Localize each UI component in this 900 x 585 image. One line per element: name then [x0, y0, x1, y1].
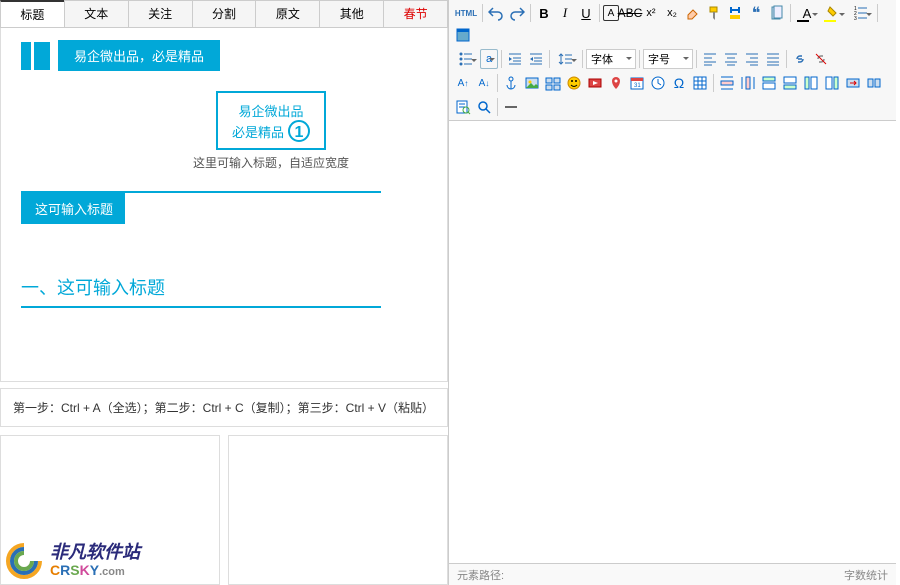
template-title: 一、这可输入标题 [21, 274, 381, 308]
template-line: 易企微出品 [232, 101, 310, 120]
merge-cells-icon[interactable] [843, 73, 863, 93]
special-char-icon[interactable]: Ω [669, 73, 689, 93]
decor-bar [21, 42, 31, 70]
image-icon[interactable] [522, 73, 542, 93]
tab-text[interactable]: 文本 [64, 0, 128, 27]
date-icon[interactable]: 31 [627, 73, 647, 93]
preview-thumb[interactable] [228, 435, 448, 585]
tab-other[interactable]: 其他 [319, 0, 383, 27]
template-label: 这可输入标题 [23, 193, 125, 224]
unordered-list-icon[interactable] [453, 49, 479, 69]
highlight-color-icon[interactable] [821, 3, 847, 23]
align-right-icon[interactable] [742, 49, 762, 69]
tab-divider[interactable]: 分割 [192, 0, 256, 27]
multi-image-icon[interactable] [543, 73, 563, 93]
svg-text:3: 3 [854, 16, 857, 21]
subscript-icon[interactable]: x₂ [662, 3, 682, 23]
font-family-select[interactable]: 字体 [586, 49, 636, 69]
video-icon[interactable] [585, 73, 605, 93]
logo-icon [4, 541, 44, 581]
autoformat-icon[interactable]: a [480, 49, 498, 69]
status-bar: 元素路径: 字数统计 [449, 563, 896, 585]
strikethrough-icon[interactable]: ABC [620, 3, 640, 23]
align-left-icon[interactable] [700, 49, 720, 69]
tab-title[interactable]: 标题 [0, 0, 64, 27]
template-line: 必是精品 [232, 122, 284, 141]
insert-row-before-icon[interactable] [759, 73, 779, 93]
tab-spring-festival[interactable]: 春节 [383, 0, 448, 27]
logo-title: 非凡软件站 [50, 543, 140, 563]
indent-icon[interactable] [505, 49, 525, 69]
insert-row-after-icon[interactable] [780, 73, 800, 93]
format-match-icon[interactable] [725, 3, 745, 23]
font-border-icon[interactable]: A [603, 5, 619, 21]
outdent-icon[interactable] [526, 49, 546, 69]
insert-col-before-icon[interactable] [801, 73, 821, 93]
tab-follow[interactable]: 关注 [128, 0, 192, 27]
undo-icon[interactable] [486, 3, 506, 23]
horizontal-rule-icon[interactable] [501, 97, 521, 117]
decor-bar [34, 42, 50, 70]
line-height-icon[interactable] [553, 49, 579, 69]
unlink-icon[interactable] [811, 49, 831, 69]
eraser-icon[interactable] [683, 3, 703, 23]
anchor-icon[interactable] [501, 73, 521, 93]
pagination-icon[interactable] [767, 3, 787, 23]
table-icon[interactable] [690, 73, 710, 93]
templates-list: 易企微出品，必是精品 易企微出品 必是精品1 这里可输入标题，自适应宽度 这可输… [1, 28, 447, 358]
blockquote-icon[interactable]: ❝ [746, 3, 766, 23]
delete-col-icon[interactable] [738, 73, 758, 93]
number-badge: 1 [288, 120, 310, 142]
bold-icon[interactable]: B [534, 3, 554, 23]
fontsize-decrease-icon[interactable]: A↓ [474, 73, 494, 93]
link-icon[interactable] [790, 49, 810, 69]
word-count[interactable]: 字数统计 [844, 567, 888, 583]
template-item[interactable]: 易企微出品，必是精品 [21, 40, 431, 71]
font-size-select[interactable]: 字号 [643, 49, 693, 69]
italic-icon[interactable]: I [555, 3, 575, 23]
template-tabs: 标题 文本 关注 分割 原文 其他 春节 [0, 0, 448, 28]
site-logo: 非凡软件站 CRSKY.com [4, 541, 140, 581]
svg-text:31: 31 [634, 83, 641, 89]
template-subtitle: 这里可输入标题，自适应宽度 [111, 154, 431, 171]
map-icon[interactable] [606, 73, 626, 93]
instructions-text: 第一步：Ctrl + A（全选）；第二步：Ctrl + C（复制）；第三步：Ct… [0, 388, 448, 427]
align-justify-icon[interactable] [763, 49, 783, 69]
split-cells-icon[interactable] [864, 73, 884, 93]
preview-icon[interactable] [453, 97, 473, 117]
align-center-icon[interactable] [721, 49, 741, 69]
template-item[interactable]: 一、这可输入标题 [21, 244, 431, 308]
redo-icon[interactable] [507, 3, 527, 23]
format-brush-icon[interactable] [704, 3, 724, 23]
logo-subtitle: CRSKY.com [50, 563, 140, 578]
delete-row-icon[interactable] [717, 73, 737, 93]
editor-toolbar: HTML B I U A ABC x² x₂ ❝ A 123 [449, 0, 896, 121]
html-source-button[interactable]: HTML [453, 3, 479, 23]
emoticon-icon[interactable] [564, 73, 584, 93]
ordered-list-icon[interactable]: 123 [848, 3, 874, 23]
fontsize-increase-icon[interactable]: A↑ [453, 73, 473, 93]
template-item[interactable]: 易企微出品 必是精品1 这里可输入标题，自适应宽度 [21, 91, 431, 171]
fullscreen-icon[interactable] [453, 25, 473, 45]
template-label: 易企微出品，必是精品 [58, 40, 220, 71]
editor-content[interactable] [449, 121, 896, 563]
superscript-icon[interactable]: x² [641, 3, 661, 23]
tab-original[interactable]: 原文 [255, 0, 319, 27]
element-path: 元素路径: [457, 567, 504, 583]
template-item[interactable]: 这可输入标题 [21, 191, 381, 224]
time-icon[interactable] [648, 73, 668, 93]
underline-icon[interactable]: U [576, 3, 596, 23]
search-replace-icon[interactable] [474, 97, 494, 117]
font-color-icon[interactable]: A [794, 3, 820, 23]
insert-col-after-icon[interactable] [822, 73, 842, 93]
